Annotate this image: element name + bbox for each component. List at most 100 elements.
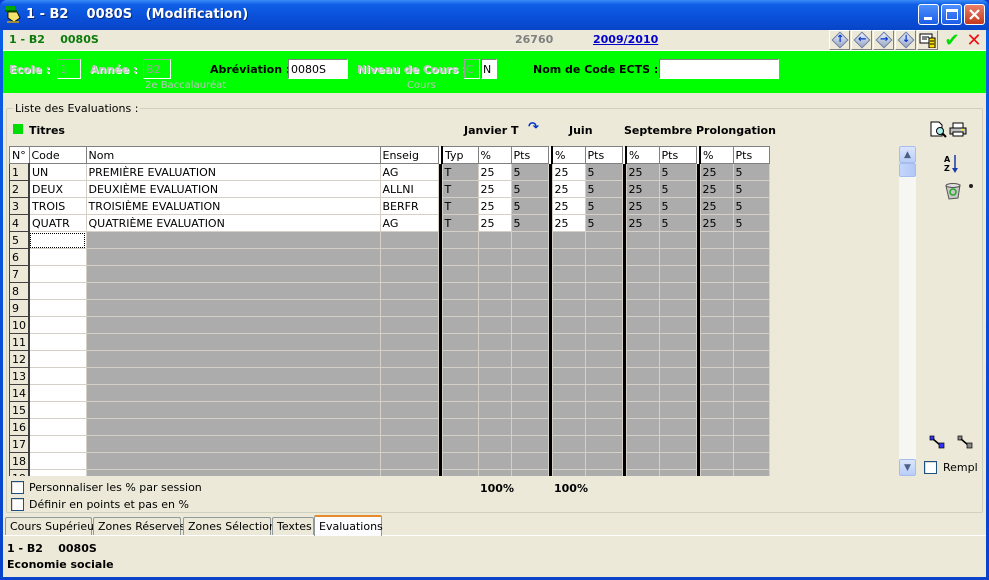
cell-janvier-pts[interactable] <box>510 231 549 249</box>
cell-code[interactable]: QUATR <box>28 214 87 232</box>
minimize-button[interactable] <box>918 4 939 25</box>
cell-enseig[interactable] <box>379 265 439 283</box>
cell-janvier-pts[interactable] <box>510 316 549 334</box>
cell-janvier-pct[interactable] <box>477 435 512 453</box>
col-header-septembre-pts[interactable]: Pts <box>658 146 697 164</box>
cell-janvier-pts[interactable]: 5 <box>510 180 549 198</box>
cell-enseig[interactable] <box>379 231 439 249</box>
cell-code[interactable] <box>28 367 87 385</box>
cell-nom[interactable] <box>85 333 381 351</box>
cell-code[interactable]: UN <box>28 163 87 181</box>
col-header-janvier-pct[interactable]: % <box>477 146 512 164</box>
cell-code[interactable] <box>28 231 87 249</box>
cell-code[interactable] <box>28 265 87 283</box>
cell-prolongation-pts[interactable] <box>732 469 770 476</box>
link-blue-icon[interactable] <box>929 435 945 449</box>
row-number[interactable]: 5 <box>9 231 30 249</box>
ects-field[interactable] <box>659 59 779 79</box>
cell-janvier-pct[interactable] <box>477 282 512 300</box>
cell-prolongation-pct[interactable] <box>699 248 734 266</box>
row-number[interactable]: 6 <box>9 248 30 266</box>
row-number[interactable]: 8 <box>9 282 30 300</box>
cell-janvier-pts[interactable] <box>510 435 549 453</box>
nav-last-button[interactable]: ↓ <box>895 30 916 50</box>
col-header-juin-pct[interactable]: % <box>551 146 586 164</box>
cell-prolongation-pct[interactable]: 25 <box>699 163 734 181</box>
title-bar[interactable]: 1 - B2 0080S (Modification) <box>0 0 989 30</box>
cell-janvier-pts[interactable] <box>510 401 549 419</box>
row-number[interactable]: 13 <box>9 367 30 385</box>
cell-enseig[interactable] <box>379 333 439 351</box>
cell-janvier-pct[interactable] <box>477 265 512 283</box>
cell-nom[interactable] <box>85 435 381 453</box>
cell-septembre-pct[interactable] <box>625 469 660 476</box>
sort-az-icon[interactable]: A Z <box>944 154 960 174</box>
cell-juin-pts[interactable] <box>584 418 623 436</box>
cell-code[interactable] <box>28 401 87 419</box>
cell-prolongation-pts[interactable] <box>732 282 770 300</box>
cell-nom[interactable]: TROISIÈME EVALUATION <box>85 197 381 215</box>
cell-septembre-pts[interactable]: 5 <box>658 180 697 198</box>
cell-prolongation-pts[interactable]: 5 <box>732 214 770 232</box>
cell-juin-pts[interactable] <box>584 435 623 453</box>
cell-janvier-pts[interactable]: 5 <box>510 214 549 232</box>
row-number[interactable]: 3 <box>9 197 30 215</box>
cell-prolongation-pct[interactable] <box>699 333 734 351</box>
row-number[interactable]: 11 <box>9 333 30 351</box>
cell-prolongation-pct[interactable]: 25 <box>699 180 734 198</box>
cell-janvier-pct[interactable] <box>477 452 512 470</box>
cell-enseig[interactable] <box>379 401 439 419</box>
definir-points-checkbox[interactable] <box>11 498 24 511</box>
cell-septembre-pct[interactable] <box>625 367 660 385</box>
row-number[interactable]: 9 <box>9 299 30 317</box>
cell-typ[interactable] <box>441 265 479 283</box>
cell-code[interactable] <box>28 435 87 453</box>
nav-first-button[interactable]: ↑ <box>829 30 850 50</box>
cell-janvier-pts[interactable] <box>510 418 549 436</box>
cell-prolongation-pct[interactable] <box>699 299 734 317</box>
cell-septembre-pts[interactable] <box>658 333 697 351</box>
cell-nom[interactable]: PREMIÈRE EVALUATION <box>85 163 381 181</box>
memo-button[interactable] <box>917 30 938 50</box>
cell-enseig[interactable] <box>379 248 439 266</box>
cell-typ[interactable] <box>441 350 479 368</box>
cell-septembre-pct[interactable]: 25 <box>625 197 660 215</box>
cell-nom[interactable] <box>85 248 381 266</box>
cell-prolongation-pct[interactable] <box>699 401 734 419</box>
cell-septembre-pct[interactable] <box>625 299 660 317</box>
row-number[interactable]: 19 <box>9 469 30 476</box>
cell-typ[interactable] <box>441 435 479 453</box>
cell-nom[interactable] <box>85 282 381 300</box>
cell-janvier-pts[interactable] <box>510 265 549 283</box>
cell-septembre-pct[interactable]: 25 <box>625 214 660 232</box>
cell-septembre-pts[interactable] <box>658 452 697 470</box>
cell-prolongation-pts[interactable] <box>732 333 770 351</box>
cell-prolongation-pct[interactable] <box>699 231 734 249</box>
cell-juin-pts[interactable] <box>584 316 623 334</box>
cell-nom[interactable] <box>85 299 381 317</box>
row-number[interactable]: 18 <box>9 452 30 470</box>
cell-prolongation-pct[interactable] <box>699 384 734 402</box>
row-number[interactable]: 17 <box>9 435 30 453</box>
annee-field[interactable] <box>143 59 171 79</box>
cell-juin-pct[interactable] <box>551 350 586 368</box>
cell-prolongation-pts[interactable]: 5 <box>732 180 770 198</box>
cell-prolongation-pts[interactable] <box>732 248 770 266</box>
cell-typ[interactable] <box>441 384 479 402</box>
cell-prolongation-pts[interactable] <box>732 231 770 249</box>
cell-prolongation-pts[interactable]: 5 <box>732 197 770 215</box>
cell-enseig[interactable] <box>379 282 439 300</box>
cell-code[interactable] <box>28 350 87 368</box>
cell-typ[interactable] <box>441 248 479 266</box>
cell-janvier-pct[interactable] <box>477 333 512 351</box>
cell-code[interactable] <box>28 316 87 334</box>
cell-septembre-pts[interactable]: 5 <box>658 163 697 181</box>
cell-enseig[interactable] <box>379 316 439 334</box>
cell-septembre-pts[interactable]: 5 <box>658 214 697 232</box>
cell-septembre-pts[interactable] <box>658 282 697 300</box>
cell-prolongation-pct[interactable]: 25 <box>699 197 734 215</box>
cell-nom[interactable] <box>85 401 381 419</box>
row-number[interactable]: 2 <box>9 180 30 198</box>
cell-code[interactable]: TROIS <box>28 197 87 215</box>
cell-prolongation-pct[interactable] <box>699 265 734 283</box>
